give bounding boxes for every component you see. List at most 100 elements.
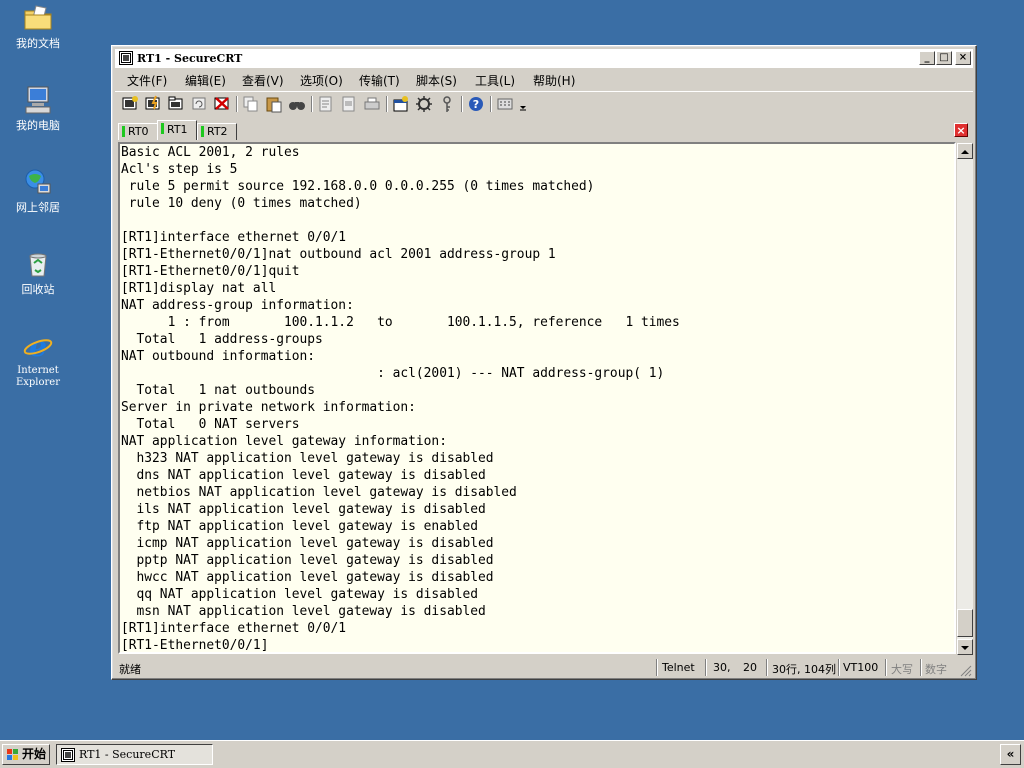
menu-help[interactable]: 帮助(H) bbox=[533, 72, 575, 89]
menu-view[interactable]: 查看(V) bbox=[242, 72, 284, 89]
tab-rt2[interactable]: RT2 bbox=[197, 123, 237, 140]
connect-icon[interactable] bbox=[121, 95, 139, 113]
terminal-line: [RT1-Ethernet0/0/1]quit bbox=[121, 264, 300, 279]
status-separator bbox=[705, 659, 707, 676]
desktop-icon-network-places[interactable]: 网上邻居 bbox=[0, 166, 76, 214]
desktop-icon-label: 回收站 bbox=[21, 283, 55, 296]
maximize-icon: □ bbox=[939, 52, 949, 63]
windows-logo-icon bbox=[7, 749, 18, 760]
find-icon[interactable] bbox=[288, 95, 306, 113]
title-bar[interactable]: RT1 - SecureCRT _ □ × bbox=[115, 49, 973, 68]
desktop-icon-internet-explorer[interactable]: e Internet Explorer bbox=[0, 330, 76, 389]
toolbar-overflow-icon[interactable] bbox=[518, 95, 528, 113]
terminal-line: msn NAT application level gateway is dis… bbox=[121, 604, 486, 619]
taskbar-item-securecrt[interactable]: RT1 - SecureCRT bbox=[56, 744, 213, 765]
print-icon[interactable] bbox=[317, 95, 335, 113]
terminal-line: ils NAT application level gateway is dis… bbox=[121, 502, 486, 517]
connect-tab-icon[interactable] bbox=[167, 95, 185, 113]
recycle-bin-icon bbox=[29, 253, 47, 277]
terminal-line: Basic ACL 2001, 2 rules bbox=[121, 145, 300, 160]
copy-icon[interactable] bbox=[242, 95, 260, 113]
terminal-line: Total 0 NAT servers bbox=[121, 417, 300, 432]
printer-icon[interactable] bbox=[363, 95, 381, 113]
tab-label: RT2 bbox=[207, 125, 228, 138]
terminal-line: Acl's step is 5 bbox=[121, 162, 238, 177]
desktop-icon-recycle-bin[interactable]: 回收站 bbox=[0, 248, 76, 296]
terminal-output[interactable]: Basic ACL 2001, 2 rules Acl's step is 5 r… bbox=[118, 142, 956, 654]
status-num-lock: 数字 bbox=[925, 663, 947, 676]
tab-rt1[interactable]: RT1 bbox=[157, 120, 197, 140]
status-separator bbox=[885, 659, 887, 676]
computer-icon bbox=[25, 86, 51, 114]
close-tab-button[interactable]: × bbox=[954, 123, 968, 137]
status-emulation: VT100 bbox=[843, 661, 879, 674]
status-protocol: Telnet bbox=[662, 661, 695, 674]
terminal-line: [RT1]display nat all bbox=[121, 281, 277, 296]
terminal-line: [RT1]interface ethernet 0/0/1 bbox=[121, 621, 347, 636]
vertical-scrollbar[interactable] bbox=[957, 143, 973, 655]
keypad-icon[interactable] bbox=[496, 95, 514, 113]
terminal-line: [RT1-Ethernet0/0/1] bbox=[121, 638, 269, 653]
status-separator bbox=[838, 659, 840, 676]
menu-tools[interactable]: 工具(L) bbox=[475, 72, 515, 89]
svg-text:?: ? bbox=[473, 98, 479, 111]
print-selection-icon[interactable] bbox=[340, 95, 358, 113]
connected-indicator bbox=[122, 126, 125, 137]
folder-icon bbox=[24, 5, 52, 30]
tab-rt0[interactable]: RT0 bbox=[118, 123, 158, 140]
securecrt-window: RT1 - SecureCRT _ □ × 文件(F) 编辑(E) 查看(V) … bbox=[111, 45, 977, 680]
menu-file[interactable]: 文件(F) bbox=[127, 72, 167, 89]
arrow-down-icon bbox=[961, 646, 969, 650]
tray-expand-button[interactable]: « bbox=[1000, 744, 1021, 765]
terminal-line: Total 1 nat outbounds bbox=[121, 383, 316, 398]
menu-edit[interactable]: 编辑(E) bbox=[185, 72, 226, 89]
scroll-thumb[interactable] bbox=[957, 609, 973, 637]
connected-indicator bbox=[201, 126, 204, 137]
menu-bar: 文件(F) 编辑(E) 查看(V) 选项(O) 传输(T) 脚本(S) 工具(L… bbox=[115, 69, 973, 89]
minimize-button[interactable]: _ bbox=[919, 51, 935, 65]
toolbar-separator bbox=[311, 96, 313, 112]
desktop-icon-my-documents[interactable]: 我的文档 bbox=[0, 2, 76, 50]
disconnect-icon[interactable] bbox=[213, 95, 231, 113]
terminal-line: : acl(2001) --- NAT address-group( 1) bbox=[121, 366, 665, 381]
connected-indicator bbox=[161, 123, 164, 134]
minimize-icon: _ bbox=[924, 52, 930, 63]
desktop-icon-my-computer[interactable]: 我的电脑 bbox=[0, 84, 76, 132]
session-tab-bar: RT0 RT1 RT2 × bbox=[115, 119, 973, 141]
toolbar: ? bbox=[115, 91, 973, 116]
terminal-lines: Basic ACL 2001, 2 rules Acl's step is 5 r… bbox=[121, 144, 680, 653]
status-size: 30行, 104列 bbox=[772, 663, 836, 676]
terminal-line: NAT address-group information: bbox=[121, 298, 354, 313]
help-icon[interactable]: ? bbox=[467, 95, 485, 113]
start-label: 开始 bbox=[22, 747, 47, 761]
scroll-up-button[interactable] bbox=[957, 143, 973, 159]
tab-label: RT0 bbox=[128, 125, 149, 138]
menu-transfer[interactable]: 传输(T) bbox=[359, 72, 400, 89]
resize-grip-icon[interactable] bbox=[960, 665, 972, 677]
app-icon bbox=[61, 748, 75, 762]
terminal-line: [RT1-Ethernet0/0/1]nat outbound acl 2001… bbox=[121, 247, 556, 262]
quick-connect-icon[interactable] bbox=[144, 95, 162, 113]
paste-icon[interactable] bbox=[265, 95, 283, 113]
global-options-icon[interactable] bbox=[415, 95, 433, 113]
desktop-icon-label: 网上邻居 bbox=[16, 201, 60, 214]
start-button[interactable]: 开始 bbox=[2, 744, 50, 765]
terminal-line: h323 NAT application level gateway is di… bbox=[121, 451, 494, 466]
menu-options[interactable]: 选项(O) bbox=[300, 72, 343, 89]
keymap-icon[interactable] bbox=[438, 95, 456, 113]
menu-script[interactable]: 脚本(S) bbox=[416, 72, 457, 89]
status-bar: 就绪 Telnet 30, 20 30行, 104列 VT100 大写 数字 bbox=[115, 658, 973, 678]
svg-text:e: e bbox=[29, 330, 47, 362]
terminal-line: ftp NAT application level gateway is ena… bbox=[121, 519, 478, 534]
network-icon bbox=[25, 169, 51, 194]
scroll-down-button[interactable] bbox=[957, 639, 973, 655]
reconnect-icon[interactable] bbox=[190, 95, 208, 113]
arrow-up-icon bbox=[961, 150, 969, 154]
session-options-icon[interactable] bbox=[392, 95, 410, 113]
maximize-button[interactable]: □ bbox=[936, 51, 952, 65]
desktop-icon-label-line2: Explorer bbox=[15, 377, 61, 388]
terminal-line: NAT application level gateway informatio… bbox=[121, 434, 447, 449]
close-button[interactable]: × bbox=[955, 51, 971, 65]
terminal-line: qq NAT application level gateway is disa… bbox=[121, 587, 478, 602]
